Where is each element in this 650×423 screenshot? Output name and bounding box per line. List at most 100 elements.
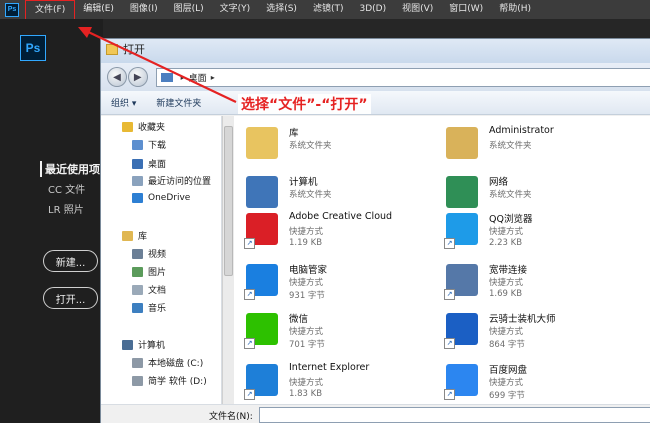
nav-item[interactable]: 图片 — [132, 265, 166, 278]
star-icon — [122, 121, 133, 132]
nav-item-label: 下载 — [148, 141, 167, 151]
nav-item[interactable]: 下载 — [132, 138, 166, 151]
desktop-icon — [132, 158, 143, 169]
file-size: 1.83 KB — [289, 389, 323, 399]
nav-item-label: 计算机 — [138, 341, 166, 351]
breadcrumb-chevron-icon: ▸ — [210, 72, 215, 82]
file-item[interactable]: ↗ 百度网盘快捷方式 699 字节 — [434, 361, 634, 404]
library-icon — [122, 230, 133, 241]
filename-input[interactable] — [259, 407, 650, 423]
address-bar[interactable]: ▸ 桌面 ▸ — [155, 67, 650, 87]
qq-browser-icon: ↗ — [444, 213, 478, 249]
new-folder-button[interactable]: 新建文件夹 — [146, 96, 211, 109]
back-button[interactable]: ◀ — [107, 67, 127, 87]
file-name: 百度网盘 — [489, 365, 528, 376]
nav-item[interactable]: OneDrive — [132, 193, 190, 203]
navigation-pane: 收藏夹下载桌面最近访问的位置 OneDrive 库视频图片文档音乐计算机本地磁盘 (… — [101, 116, 222, 404]
address-row: ◀ ▶ ▸ 桌面 ▸ — [101, 63, 650, 91]
menu-help[interactable]: 帮助(H) — [491, 0, 539, 19]
file-item[interactable]: ↗ 宽带连接 快捷方式 1.69 KB — [434, 261, 634, 307]
menu-3d[interactable]: 3D(D) — [351, 0, 394, 19]
nav-item[interactable]: 库 — [122, 229, 147, 242]
file-size: 699 字节 — [489, 391, 525, 401]
file-list: 库系统文件夹 Administrator 系统文件夹 计算机 系统文件夹 网络 系统文件夹 ↗… — [234, 116, 650, 404]
file-item[interactable]: 库系统文件夹 — [234, 124, 434, 170]
nav-item-label: 库 — [138, 232, 148, 242]
file-type: 系统文件夹 — [489, 190, 532, 200]
file-type: 快捷方式 — [489, 327, 524, 337]
nav-item-label: 简学 软件 (D:) — [148, 377, 207, 387]
nav-item[interactable]: 简学 软件 (D:) — [132, 374, 207, 387]
shortcut-arrow-icon: ↗ — [244, 289, 255, 300]
new-button[interactable]: 新建... — [43, 250, 98, 272]
file-item[interactable]: ↗ 电脑管家 快捷方式 931 字节 — [234, 261, 434, 307]
file-item[interactable]: ↗ QQ浏览器 快捷方式 2.23 KB — [434, 210, 634, 256]
menu-image[interactable]: 图像(I) — [122, 0, 166, 19]
nav-item[interactable]: 计算机 — [122, 338, 165, 351]
menu-filter[interactable]: 滤镜(T) — [305, 0, 352, 19]
menu-window[interactable]: 窗口(W) — [441, 0, 491, 19]
file-type: 快捷方式 — [489, 378, 524, 388]
file-name: 网络 — [489, 177, 509, 188]
nav-item-label: OneDrive — [148, 193, 191, 203]
menu-type[interactable]: 文字(Y) — [212, 0, 259, 19]
file-size: 864 字节 — [489, 340, 525, 350]
file-item[interactable]: ↗ 微信 快捷方式 701 字节 — [234, 310, 434, 356]
nav-item-label: 收藏夹 — [138, 123, 166, 133]
address-location[interactable]: 桌面 — [189, 71, 207, 84]
menu-edit[interactable]: 编辑(E) — [75, 0, 122, 19]
nav-item[interactable]: 桌面 — [132, 157, 166, 170]
nav-item[interactable]: 本地磁盘 (C:) — [132, 356, 203, 369]
photoshop-app-icon: Ps — [5, 2, 19, 17]
nav-item[interactable]: 音乐 — [132, 301, 166, 314]
menu-view[interactable]: 视图(V) — [394, 0, 441, 19]
recent-places-icon — [132, 175, 143, 186]
internet-explorer-icon: ↗ — [244, 364, 278, 400]
pc-manager-icon: ↗ — [244, 264, 278, 300]
recent-title[interactable]: 最近使用项 — [40, 161, 100, 177]
computer-icon — [122, 339, 133, 350]
nav-scrollbar[interactable] — [222, 116, 234, 404]
file-size: 2.23 KB — [489, 238, 523, 248]
dialog-toolbar: 组织 ▾ 新建文件夹 — [101, 91, 650, 115]
dialog-footer: 文件名(N): — [101, 404, 650, 423]
file-name: Internet Explorer — [289, 362, 370, 373]
annotation-text: 选择“文件”-“打开” — [238, 94, 371, 114]
forward-button[interactable]: ▶ — [127, 67, 148, 87]
file-item[interactable]: Administrator 系统文件夹 — [434, 124, 634, 170]
file-name: Adobe Creative Cloud — [289, 211, 393, 222]
nav-item[interactable]: 收藏夹 — [122, 120, 165, 133]
file-type: 快捷方式 — [289, 378, 324, 388]
photoshop-logo-icon: Ps — [20, 35, 46, 61]
file-size: 1.19 KB — [289, 238, 323, 248]
nav-item[interactable]: 最近访问的位置 — [132, 174, 211, 187]
open-button[interactable]: 打开... — [43, 287, 98, 309]
nav-item[interactable]: 视频 — [132, 247, 166, 260]
baidu-netdisk-icon: ↗ — [444, 364, 478, 400]
yunqishi-icon: ↗ — [444, 313, 478, 349]
wechat-icon: ↗ — [244, 313, 278, 349]
file-item[interactable]: ↗ Adobe Creative Cloud 快捷方式 1.19 KB — [234, 210, 434, 256]
file-type: 快捷方式 — [289, 278, 324, 288]
dialog-titlebar[interactable]: 打开 — [101, 39, 650, 63]
menu-layer[interactable]: 图层(L) — [166, 0, 212, 19]
user-folder-icon — [446, 127, 478, 159]
folder-icon — [106, 44, 118, 55]
nav-item-label: 最近访问的位置 — [148, 177, 212, 187]
recent-lr-photos[interactable]: LR 照片 — [48, 201, 84, 216]
scrollbar-thumb[interactable] — [224, 126, 233, 276]
file-item[interactable]: ↗ 云骑士装机大师 快捷方式 864 字节 — [434, 310, 634, 356]
nav-item[interactable]: 文档 — [132, 283, 166, 296]
dialog-title: 打开 — [123, 43, 145, 56]
menu-select[interactable]: 选择(S) — [258, 0, 305, 19]
file-type: 快捷方式 — [289, 327, 324, 337]
organize-button[interactable]: 组织 ▾ — [101, 96, 146, 109]
recent-cc-files[interactable]: CC 文件 — [48, 181, 85, 196]
file-type: 快捷方式 — [489, 278, 524, 288]
nav-item-label: 桌面 — [148, 160, 167, 170]
document-icon — [132, 284, 143, 295]
shortcut-arrow-icon: ↗ — [444, 389, 455, 400]
file-type: 系统文件夹 — [289, 141, 332, 151]
file-item[interactable]: ↗ Internet Explorer 快捷方式 1.83 KB — [234, 361, 434, 404]
shortcut-arrow-icon: ↗ — [244, 338, 255, 349]
